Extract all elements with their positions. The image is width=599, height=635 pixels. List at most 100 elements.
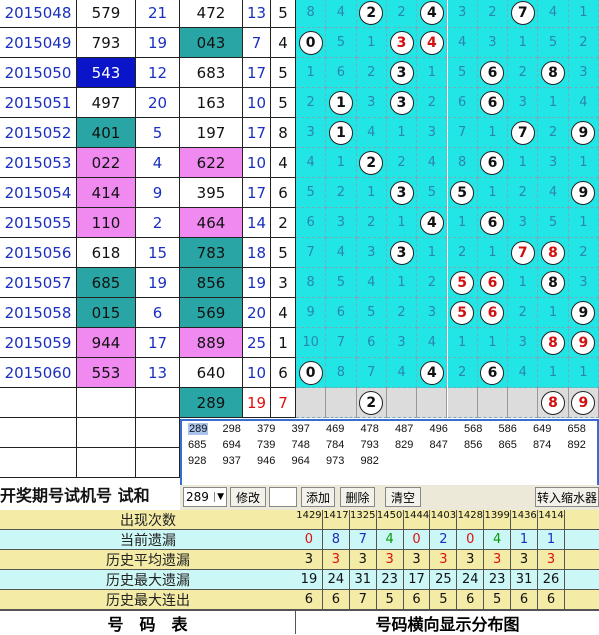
candidate-number[interactable]: 874 (533, 439, 551, 451)
distribution-cell: 1 (568, 0, 599, 28)
candidate-select[interactable]: 289 ▼ (183, 487, 227, 507)
stat-value: 6 (323, 590, 350, 609)
candidate-number[interactable]: 847 (430, 439, 448, 451)
distribution-cell: 1 (508, 268, 539, 298)
number-cell: 464 (180, 208, 243, 238)
stat-value: 6 (457, 590, 485, 609)
candidate-number[interactable]: 937 (223, 455, 241, 467)
candidate-number[interactable]: 568 (464, 423, 482, 435)
candidate-number[interactable]: 784 (326, 439, 344, 451)
candidate-number[interactable]: 469 (326, 423, 344, 435)
distribution-cell: 1 (477, 178, 509, 208)
number-cell: 19 (136, 268, 180, 298)
candidate-number[interactable]: 892 (568, 439, 586, 451)
distribution-cell: 4 (447, 28, 478, 58)
candidate-number[interactable]: 658 (568, 423, 586, 435)
stat-value: 6 (538, 590, 565, 609)
column-header: 开奖期号试机号 试和 (0, 486, 150, 505)
stat-value: 24 (457, 570, 485, 589)
candidate-number[interactable]: 487 (395, 423, 413, 435)
clear-button[interactable]: 清空 (385, 487, 421, 507)
add-button[interactable]: 添加 (301, 487, 335, 507)
number-cell: 685 (77, 268, 136, 298)
distribution-cell: 5 (356, 298, 387, 328)
candidate-number[interactable]: 379 (257, 423, 275, 435)
period-cell: 2015053 (0, 148, 77, 178)
stat-value: 31 (511, 570, 539, 589)
number-ball: 9 (571, 180, 596, 205)
candidate-input[interactable] (269, 487, 297, 507)
distribution-cell: 4 (386, 358, 418, 388)
distribution-cell: 2 (417, 88, 448, 118)
candidate-number[interactable]: 946 (257, 455, 275, 467)
candidate-number[interactable]: 748 (292, 439, 310, 451)
empty-cell (136, 418, 180, 448)
number-cell: 110 (77, 208, 136, 238)
distribution-cell: 8 (538, 268, 569, 298)
pending-cell (0, 388, 77, 418)
distribution-cell: 0 (296, 358, 327, 388)
number-cell: 553 (77, 358, 136, 388)
candidate-number[interactable]: 397 (292, 423, 310, 435)
pending-cell: 289 (180, 388, 243, 418)
distribution-cell: 3 (356, 238, 387, 268)
distribution-cell: 3 (477, 28, 509, 58)
period-cell: 2015056 (0, 238, 77, 268)
candidate-number[interactable]: 856 (464, 439, 482, 451)
delete-button[interactable]: 删除 (340, 487, 375, 507)
candidate-number[interactable]: 685 (188, 439, 206, 451)
candidate-number[interactable]: 496 (430, 423, 448, 435)
number-cell: 4 (271, 28, 296, 58)
number-ball: 9 (571, 390, 596, 415)
distribution-cell: 2 (356, 58, 387, 88)
pending-cell: 7 (271, 388, 296, 418)
number-ball: 3 (389, 240, 414, 265)
number-ball: 0 (298, 360, 323, 385)
candidate-number[interactable]: 865 (499, 439, 517, 451)
chevron-down-icon[interactable]: ▼ (214, 492, 224, 502)
candidate-number[interactable]: 298 (223, 423, 241, 435)
distribution-cell: 6 (477, 58, 509, 88)
distribution-cell: 2 (296, 88, 327, 118)
number-cell: 5 (271, 58, 296, 88)
number-ball: 4 (419, 30, 444, 55)
distribution-cell: 6 (477, 208, 509, 238)
shrink-button[interactable]: 转入缩水器 (535, 487, 599, 507)
distribution-cell: 2 (356, 0, 387, 28)
candidate-number[interactable]: 829 (395, 439, 413, 451)
pending-grid-cell: 2 (356, 388, 387, 418)
distribution-cell: 1 (417, 58, 448, 88)
distribution-cell: 4 (326, 238, 357, 268)
stat-value: 8 (323, 530, 350, 549)
candidate-number[interactable]: 793 (361, 439, 379, 451)
distribution-cell: 2 (568, 28, 599, 58)
pending-grid-cell (508, 388, 539, 418)
candidate-number[interactable]: 478 (361, 423, 379, 435)
number-cell: 543 (77, 58, 136, 88)
candidate-number[interactable]: 739 (257, 439, 275, 451)
distribution-cell: 1 (356, 178, 387, 208)
candidate-number[interactable]: 694 (223, 439, 241, 451)
stat-value: 1325 (350, 510, 377, 529)
distribution-cell: 4 (356, 268, 387, 298)
candidate-number[interactable]: 289 (188, 423, 209, 435)
number-ball: 8 (541, 330, 566, 355)
modify-button[interactable]: 修改 (230, 487, 266, 507)
stat-value: 0 (404, 530, 431, 549)
number-cell: 1 (271, 328, 296, 358)
distribution-cell: 7 (296, 238, 327, 268)
stat-value: 6 (296, 590, 323, 609)
distribution-cell: 3 (568, 58, 599, 88)
candidate-number[interactable]: 928 (188, 455, 206, 467)
number-cell: 569 (180, 298, 243, 328)
candidate-number[interactable]: 586 (499, 423, 517, 435)
number-cell: 4 (271, 298, 296, 328)
number-ball: 1 (328, 90, 353, 115)
candidate-number[interactable]: 982 (361, 455, 379, 467)
candidate-number[interactable]: 973 (326, 455, 344, 467)
candidate-number[interactable]: 649 (533, 423, 551, 435)
pending-grid-cell: 9 (568, 388, 599, 418)
distribution-cell: 2 (538, 118, 569, 148)
candidate-number[interactable]: 964 (292, 455, 310, 467)
distribution-cell: 6 (477, 88, 509, 118)
